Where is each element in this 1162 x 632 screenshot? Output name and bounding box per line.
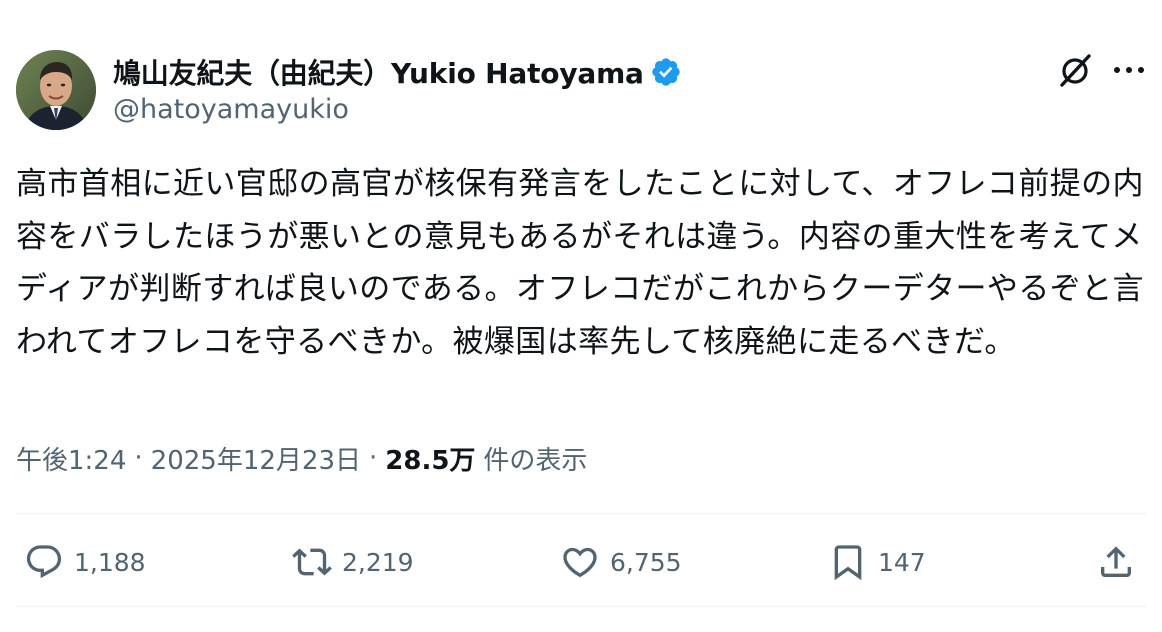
repost-button[interactable]: 2,219: [292, 536, 414, 588]
like-count: 6,755: [610, 547, 682, 577]
tweet-text: 高市首相に近い官邸の高官が核保有発言をしたことに対して、オフレコ前提の内容をバラ…: [16, 166, 1144, 360]
reply-icon: [26, 545, 62, 579]
views-count[interactable]: 28.5万: [385, 440, 475, 477]
avatar[interactable]: [16, 50, 96, 130]
reply-count: 1,188: [74, 547, 146, 577]
divider: [16, 606, 1146, 607]
tweet-time[interactable]: 午後1:24: [16, 440, 126, 477]
repost-icon: [292, 548, 332, 576]
grok-icon[interactable]: [1056, 50, 1096, 90]
more-options-icon[interactable]: [1110, 52, 1148, 88]
bookmark-icon: [834, 545, 862, 581]
author-name-row[interactable]: 鳩山友紀夫（由紀夫）Yukio Hatoyama: [113, 52, 682, 92]
meta-separator: ·: [369, 443, 378, 473]
views-label: 件の表示: [483, 445, 588, 476]
author-display-name[interactable]: 鳩山友紀夫（由紀夫）Yukio Hatoyama: [113, 52, 644, 92]
verified-badge-icon[interactable]: [650, 56, 682, 88]
author-handle[interactable]: @hatoyamayukio: [113, 94, 349, 125]
avatar-image: [16, 50, 96, 130]
bookmark-button[interactable]: 147: [828, 536, 926, 588]
repost-count: 2,219: [342, 547, 414, 577]
tweet-detail: 鳩山友紀夫（由紀夫）Yukio Hatoyama @hatoyamayukio …: [0, 0, 1162, 632]
share-icon: [1101, 546, 1131, 577]
bookmark-count: 147: [878, 547, 926, 577]
meta-separator: ·: [134, 443, 143, 473]
action-bar: 1,188 2,219 6,755 147: [0, 536, 1162, 588]
heart-icon: [563, 547, 597, 578]
tweet-meta: 午後1:24 · 2025年12月23日 · 28.5万 件の表示: [16, 438, 587, 478]
like-button[interactable]: 6,755: [560, 536, 682, 588]
tweet-date[interactable]: 2025年12月23日: [151, 440, 361, 477]
share-button[interactable]: [1096, 536, 1136, 588]
reply-button[interactable]: 1,188: [24, 536, 146, 588]
divider: [16, 513, 1146, 514]
